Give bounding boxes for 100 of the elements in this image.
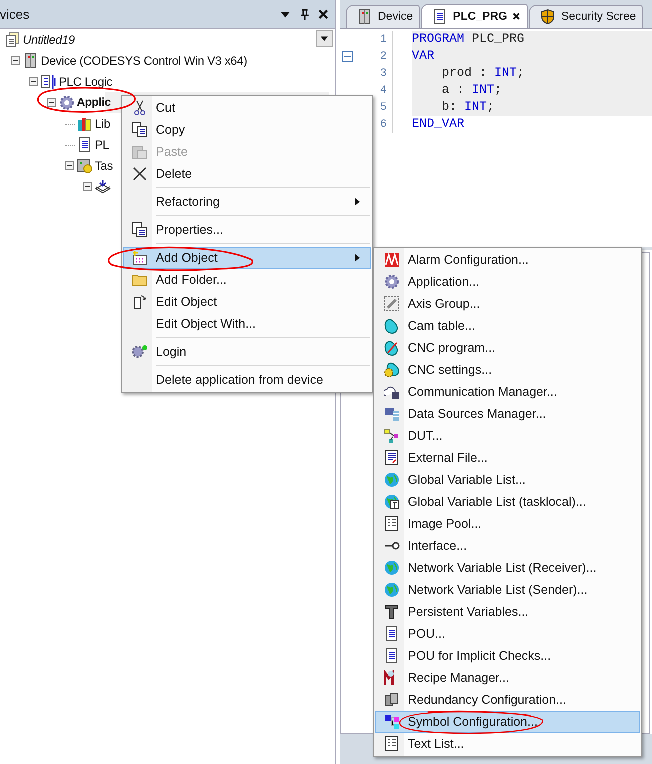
menu-item[interactable]: Redundancy Configuration... [375,689,640,711]
close-icon[interactable] [512,12,522,21]
tree-item[interactable]: Tas [95,158,114,172]
fold-icon[interactable] [342,51,353,62]
menu-item[interactable]: Refactoring [123,191,371,213]
device-icon [23,52,39,68]
edit-icon [132,294,148,310]
gear-icon [384,274,400,290]
document-icon [384,648,400,664]
panel-title: vices [0,6,30,22]
menu-item[interactable]: POU for Implicit Checks... [375,645,640,667]
menu-item[interactable]: Add Folder... [123,269,371,291]
menu-item[interactable]: Persistent Variables... [375,601,640,623]
add-object-icon [132,250,148,266]
code-line: END_VAR [412,116,466,133]
editor-tab[interactable]: PLC_PRG [421,4,528,28]
menu-item[interactable]: Communication Manager... [375,381,640,403]
properties-icon [132,222,148,238]
globe-icon [384,560,400,576]
cloud-icon [384,384,400,400]
list-icon [384,516,400,532]
close-icon[interactable] [318,8,329,20]
submenu-arrow-icon [355,254,360,262]
tree-item[interactable]: Applic [77,96,111,108]
alarm-icon [384,252,400,268]
document-icon [384,626,400,642]
persistent-icon [384,604,400,620]
line-number: 6 [379,118,387,130]
menu-item[interactable]: Network Variable List (Receiver)... [375,557,640,579]
delete-icon [132,166,148,182]
line-number: 1 [379,34,387,46]
collapse-toggle[interactable] [11,56,21,65]
menu-item[interactable]: Cut [123,97,371,119]
file-icon [384,450,400,466]
stack-icon [95,178,111,194]
line-number: 3 [379,68,387,80]
collapse-toggle[interactable] [65,161,75,170]
menu-item[interactable]: Recipe Manager... [375,667,640,689]
project-icon [5,32,21,48]
line-number: 2 [379,50,387,62]
menu-item[interactable]: Properties... [123,219,371,241]
menu-item[interactable]: Edit Object [123,291,371,313]
gear-icon [59,94,75,110]
editor-tab[interactable]: Security Scree [529,5,644,28]
pin-icon[interactable] [299,8,310,20]
document-icon [77,136,93,152]
menu-item[interactable]: Cam table... [375,315,640,337]
copy-icon [132,122,148,138]
menu-item[interactable]: Data Sources Manager... [375,403,640,425]
cnc-settings-icon [384,362,400,378]
menu-item[interactable]: DUT... [375,425,640,447]
globe-icon [384,472,400,488]
dut-icon [384,428,400,444]
paste-icon [132,144,148,160]
menu-item[interactable]: Global Variable List... [375,469,640,491]
login-icon [132,344,148,360]
menu-item[interactable]: CNC settings... [375,359,640,381]
list-icon [384,736,400,752]
collapse-toggle[interactable] [29,77,39,86]
menu-item[interactable]: Application... [375,271,640,293]
menu-item[interactable]: Alarm Configuration... [375,249,640,271]
line-number: 5 [379,102,387,114]
menu-item[interactable]: CNC program... [375,337,640,359]
menu-item[interactable]: Axis Group... [375,293,640,315]
menu-item[interactable]: Add Object [123,247,371,269]
globe-icon [384,494,400,510]
tree-item[interactable]: PL [95,138,110,152]
cam-icon [384,318,400,334]
document-icon [432,8,448,24]
editor-tab[interactable]: Device [346,5,420,28]
menu-item[interactable]: Delete [123,163,371,185]
submenu-arrow-icon [355,198,360,206]
menu-item[interactable]: Edit Object With... [123,313,371,335]
globe-icon [384,582,400,598]
menu-item[interactable]: Interface... [375,535,640,557]
menu-item[interactable]: Network Variable List (Sender)... [375,579,640,601]
menu-item[interactable]: POU... [375,623,640,645]
scissors-icon [132,100,148,116]
tree-item[interactable]: PLC Logic [59,74,113,88]
menu-item[interactable]: Delete application from device [123,369,371,391]
device-icon [357,9,373,25]
menu-item[interactable]: Symbol Configuration... [375,711,640,733]
menu-item[interactable]: Login [123,341,371,363]
tree-item[interactable]: Device (CODESYS Control Win V3 x64) [41,54,248,68]
collapse-toggle[interactable] [83,182,93,191]
tree-item[interactable]: Untitled19 [23,32,76,46]
collapse-toggle[interactable] [47,98,57,107]
menu-item[interactable]: External File... [375,447,640,469]
menu-item[interactable]: Copy [123,119,371,141]
symbol-icon [384,714,400,730]
caret-icon [320,34,329,43]
task-icon [77,158,93,174]
tree-item[interactable]: Lib [95,116,110,130]
line-number: 4 [379,84,387,96]
library-icon [77,116,93,132]
dropdown-button[interactable] [316,30,333,47]
menu-item[interactable]: Image Pool... [375,513,640,535]
menu-item[interactable]: Global Variable List (tasklocal)... [375,491,640,513]
plc-logic-icon [41,74,57,90]
redundancy-icon [384,692,400,708]
